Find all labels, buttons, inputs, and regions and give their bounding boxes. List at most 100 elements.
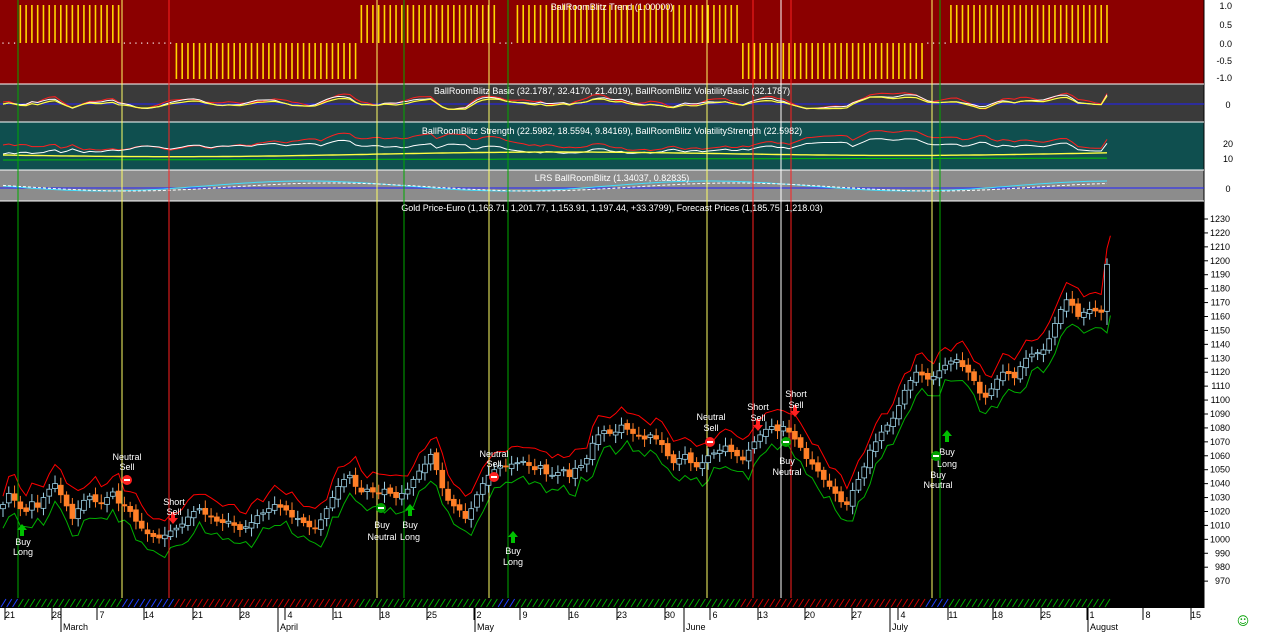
neutral-dash: [783, 441, 789, 443]
signal-label-line1: Buy: [930, 470, 946, 480]
candle-body: [138, 520, 145, 529]
price-tick-label: 1170: [1211, 298, 1230, 308]
candle-body: [190, 511, 197, 519]
basic-title: BallRoomBlitz Basic (32.1787, 32.4170, 2…: [434, 86, 790, 96]
candle-body: [901, 389, 908, 405]
candle-body: [370, 487, 376, 493]
date-tick-label: 6: [712, 610, 717, 620]
candle-body: [479, 483, 486, 495]
candle-body: [572, 467, 579, 479]
tick-label: 1.0: [1219, 1, 1232, 11]
candle-body: [925, 372, 931, 380]
candle-body: [630, 428, 636, 434]
tick-label: 0.5: [1219, 20, 1232, 30]
signal-label-line1: Short: [747, 402, 769, 412]
date-tick-label: 14: [144, 610, 154, 620]
candle-body: [289, 509, 295, 518]
signal-label-line1: Buy: [505, 546, 521, 556]
month-label: July: [892, 622, 909, 632]
candle-body: [323, 508, 330, 519]
price-tick-label: 1070: [1210, 437, 1230, 447]
candle-body: [751, 441, 758, 450]
price-tick-label: 990: [1215, 548, 1230, 558]
candle-body: [618, 424, 625, 434]
price-tick-label: 1190: [1211, 270, 1230, 280]
candle-body: [52, 483, 58, 489]
signal-label-line2: Sell: [703, 423, 718, 433]
candle-body: [115, 490, 122, 504]
date-tick-label: 25: [427, 610, 437, 620]
candle-body: [225, 520, 232, 524]
candle-body: [34, 502, 41, 508]
candle-body: [867, 449, 873, 469]
signal-label-line2: Sell: [166, 507, 181, 517]
candle-body: [820, 469, 827, 480]
candle-body: [445, 488, 451, 501]
candle-body: [982, 392, 989, 398]
candle-body: [849, 490, 856, 507]
candle-body: [826, 480, 833, 487]
date-tick-label: 23: [617, 610, 627, 620]
candle-body: [1092, 307, 1099, 312]
candle-body: [872, 441, 879, 452]
trend-dot: [8, 42, 10, 44]
candle-body: [104, 497, 110, 505]
trend-dot: [932, 42, 935, 44]
trend-dot: [129, 42, 131, 44]
candle-body: [11, 493, 18, 501]
price-panel: [0, 201, 1204, 598]
price-tick-label: 1110: [1211, 381, 1230, 391]
date-tick-label: 1: [1089, 610, 1094, 620]
date-tick-label: 2: [476, 610, 481, 620]
trend-dot: [141, 42, 143, 44]
candle-body: [670, 454, 677, 464]
price-tick-label: 1060: [1210, 451, 1230, 461]
price-tick-label: 1150: [1211, 325, 1230, 335]
candle-body: [809, 459, 815, 465]
candle-body: [844, 501, 850, 505]
candle-body: [948, 360, 954, 365]
candle-body: [0, 504, 6, 510]
candle-body: [537, 465, 544, 469]
candle-body: [786, 427, 792, 433]
candle-body: [896, 405, 902, 420]
date-tick-label: 15: [1191, 610, 1201, 620]
candle-body: [375, 492, 382, 495]
candle-body: [560, 469, 567, 472]
signal-label-line2: Sell: [486, 459, 501, 469]
price-tick-label: 1230: [1210, 214, 1230, 224]
gold-chart: BuyLongNeutralSellShortSellBuyNeutralBuy…: [0, 0, 1262, 632]
candle-body: [1000, 371, 1006, 382]
candle-body: [884, 424, 891, 432]
trend-title: BallRoomBlitz Trend (1.00000): [551, 2, 674, 12]
candle-body: [1017, 366, 1024, 380]
price-tick-label: 1120: [1211, 367, 1230, 377]
candle-body: [173, 527, 180, 531]
candle-body: [988, 388, 995, 397]
candle-body: [965, 364, 972, 373]
candle-body: [341, 479, 347, 488]
candle-body: [757, 434, 763, 442]
date-tick-label: 21: [193, 610, 203, 620]
date-tick-label: 30: [665, 610, 675, 620]
candle-body: [797, 437, 804, 448]
neutral-dash: [124, 479, 130, 481]
trend-dot: [505, 42, 507, 44]
candle-body: [1098, 309, 1105, 313]
smiley-icon: ☺: [1236, 614, 1250, 628]
signal-label-line2: Neutral: [367, 532, 396, 542]
signal-label-line1: Buy: [15, 537, 31, 547]
date-tick-label: 16: [569, 610, 579, 620]
date-tick-label: 18: [993, 610, 1003, 620]
candle-body: [612, 431, 619, 436]
candle-body: [346, 474, 353, 479]
neutral-dash: [378, 507, 384, 509]
candle-body: [815, 462, 821, 472]
candle-body: [595, 434, 602, 445]
candle-body: [636, 434, 642, 437]
candle-body: [549, 474, 555, 477]
candle-body: [526, 462, 532, 466]
candle-body: [578, 465, 584, 469]
basic-tick: 0: [1225, 100, 1230, 110]
price-tick-label: 1210: [1210, 242, 1230, 252]
